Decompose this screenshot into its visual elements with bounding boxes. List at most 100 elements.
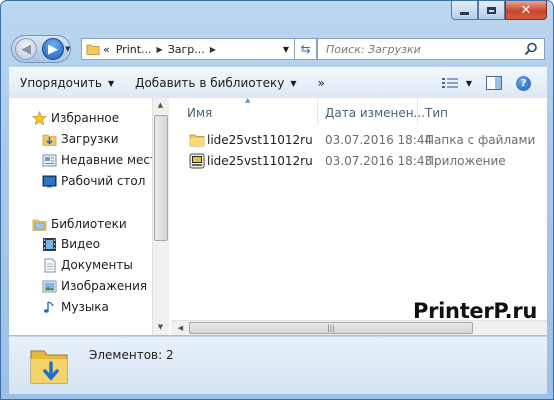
sidebar-item-music[interactable]: Музыка: [41, 297, 109, 317]
file-type: Приложение: [425, 154, 506, 168]
documents-icon: [41, 257, 57, 273]
sidebar-item-label: Недавние места: [61, 153, 152, 167]
video-icon: [41, 236, 57, 252]
chevron-down-icon[interactable]: ▼: [466, 79, 472, 88]
scroll-up-icon[interactable]: ▲: [153, 101, 168, 109]
sidebar-item-label: Документы: [61, 258, 133, 272]
sidebar-item-label: Видео: [61, 237, 101, 251]
sidebar-item-video[interactable]: Видео: [41, 234, 100, 254]
add-to-library-label: Добавить в библиотеку: [135, 76, 285, 90]
recent-places-icon: [41, 152, 57, 168]
more-commands-label: »: [317, 76, 325, 90]
chevron-down-icon: ▼: [290, 78, 297, 88]
maximize-button[interactable]: [478, 1, 505, 20]
back-arrow-icon: ◀: [21, 41, 31, 57]
downloads-folder-icon: [41, 131, 57, 147]
scrollbar-thumb[interactable]: |||: [189, 322, 473, 334]
sidebar-favorites-label: Избранное: [51, 111, 120, 125]
watermark-text: PrinterP.ru: [413, 299, 538, 323]
desktop-icon: [41, 173, 57, 189]
sidebar-item-pictures[interactable]: Изображения: [41, 276, 147, 296]
address-history-dropdown-icon[interactable]: ▼: [278, 45, 294, 54]
back-button[interactable]: ◀: [15, 38, 37, 60]
search-input[interactable]: Поиск: Загрузки: [317, 38, 545, 60]
file-type: Папка с файлами: [425, 133, 536, 147]
address-row: ◀ ▶ ▼ « Print... ▶ Загр... ▶ ▼ ⇆ Поиск: …: [11, 35, 545, 63]
column-divider[interactable]: [417, 98, 418, 125]
libraries-icon: [31, 216, 47, 232]
file-name: lide25vst11012ru: [207, 133, 313, 147]
view-controls: ▼ ?: [428, 68, 547, 98]
change-view-button[interactable]: ▼: [441, 77, 472, 89]
downloads-folder-large-icon: [29, 343, 69, 390]
scroll-left-icon[interactable]: ◀: [173, 324, 188, 332]
scroll-down-icon[interactable]: ▼: [153, 323, 168, 331]
music-icon: [41, 299, 57, 315]
sidebar-item-label: Музыка: [61, 300, 109, 314]
file-name: lide25vst11012ru: [207, 154, 313, 168]
search-icon[interactable]: [524, 42, 538, 56]
add-to-library-button[interactable]: Добавить в библиотеку ▼: [124, 76, 306, 90]
command-bar: Упорядочить ▼ Добавить в библиотеку ▼ » ▼: [9, 67, 547, 99]
column-header-label: Дата изменен...: [325, 106, 426, 120]
column-header-label: Тип: [425, 106, 448, 120]
breadcrumb-separator-icon[interactable]: ▶: [157, 45, 163, 54]
breadcrumb-separator-icon[interactable]: ▶: [210, 45, 216, 54]
column-header-type[interactable]: Тип: [425, 101, 448, 125]
forward-arrow-icon: ▶: [48, 41, 58, 57]
details-pane: Элементов: 2: [9, 336, 547, 394]
sidebar-libraries-header[interactable]: Библиотеки: [31, 214, 127, 234]
application-icon: [189, 153, 205, 172]
file-date: 03.07.2016 18:44: [325, 133, 433, 147]
scrollbar-thumb[interactable]: [154, 115, 168, 241]
close-button[interactable]: ✕: [505, 1, 547, 20]
breadcrumb-printerp[interactable]: Print...: [116, 43, 152, 56]
sidebar-item-desktop[interactable]: Рабочий стол: [41, 171, 145, 191]
file-row[interactable]: lide25vst11012ru 03.07.2016 18:44 Папка …: [171, 130, 547, 150]
sort-indicator-icon: ▲: [245, 96, 251, 104]
explorer-window: ✕ ◀ ▶ ▼ « Print... ▶ Загр... ▶ ▼ ⇆ Поиск…: [0, 0, 554, 400]
refresh-button[interactable]: ⇆: [295, 38, 317, 60]
file-row[interactable]: lide25vst11012ru 03.07.2016 18:43 Прилож…: [171, 151, 547, 171]
folder-icon: [189, 132, 205, 151]
column-header-label: Имя: [187, 106, 213, 120]
sidebar-favorites-header[interactable]: Избранное: [31, 108, 119, 128]
star-icon: [31, 110, 47, 126]
search-placeholder: Поиск: Загрузки: [326, 42, 421, 56]
organize-menu-button[interactable]: Упорядочить ▼: [9, 76, 124, 90]
grip-icon: |||: [327, 324, 335, 332]
address-bar[interactable]: « Print... ▶ Загр... ▶ ▼: [81, 38, 295, 60]
column-divider[interactable]: [317, 98, 318, 125]
folder-location-icon: [86, 44, 100, 55]
sidebar-item-label: Изображения: [61, 279, 148, 293]
minimize-button[interactable]: [451, 1, 478, 20]
sidebar-item-label: Рабочий стол: [61, 174, 146, 188]
organize-label: Упорядочить: [20, 76, 102, 90]
item-count: Элементов: 2: [89, 348, 174, 362]
preview-pane-button[interactable]: [486, 76, 502, 90]
navigation-pane: Избранное Загрузки Недавние места Рабочи…: [9, 98, 152, 335]
navigation-pane-scrollbar[interactable]: ▲ ▼: [152, 98, 169, 335]
maximize-icon: [487, 6, 496, 14]
more-commands-button[interactable]: »: [307, 76, 335, 90]
recent-pages-dropdown[interactable]: ▼: [65, 45, 70, 53]
minimize-icon: [460, 11, 469, 15]
close-icon: ✕: [520, 2, 532, 18]
column-header-date[interactable]: Дата изменен...: [325, 101, 425, 125]
navigation-buttons: ◀ ▶ ▼: [11, 35, 71, 63]
breadcrumb-overflow[interactable]: «: [103, 43, 110, 56]
chevron-down-icon: ▼: [107, 78, 115, 88]
pictures-icon: [41, 278, 57, 294]
sidebar-item-recent-places[interactable]: Недавние места: [41, 150, 152, 170]
sidebar-item-documents[interactable]: Документы: [41, 255, 133, 275]
column-header-name[interactable]: Имя: [187, 101, 212, 125]
sidebar-item-downloads[interactable]: Загрузки: [41, 129, 119, 149]
help-icon[interactable]: ?: [516, 75, 531, 91]
sidebar-libraries-label: Библиотеки: [51, 217, 127, 231]
file-date: 03.07.2016 18:43: [325, 154, 433, 168]
breadcrumb-downloads[interactable]: Загр...: [168, 43, 205, 56]
window-controls: ✕: [451, 1, 547, 20]
preview-pane-icon: [486, 76, 502, 90]
refresh-icon: ⇆: [300, 42, 311, 56]
forward-button[interactable]: ▶: [42, 38, 64, 60]
